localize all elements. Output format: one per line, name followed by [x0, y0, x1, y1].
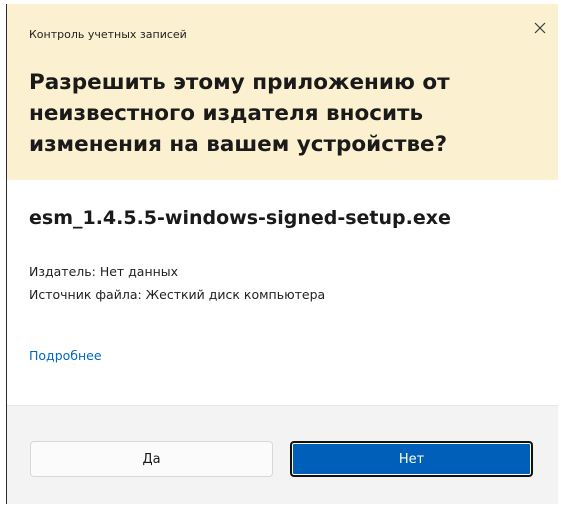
no-button[interactable]: Нет [290, 441, 533, 477]
dialog-header: Контроль учетных записей Разрешить этому… [7, 4, 558, 180]
prompt-question: Разрешить этому приложению от неизвестно… [29, 70, 450, 157]
close-button[interactable] [526, 14, 554, 42]
dialog-footer: Да Нет [7, 405, 558, 504]
window-title: Контроль учетных записей [29, 28, 187, 41]
file-source-info: Источник файла: Жесткий диск компьютера [29, 287, 326, 302]
yes-button[interactable]: Да [30, 441, 273, 477]
uac-dialog: Контроль учетных записей Разрешить этому… [6, 4, 558, 504]
app-file-name: esm_1.4.5.5-windows-signed-setup.exe [29, 207, 451, 229]
more-details-link[interactable]: Подробнее [29, 348, 102, 363]
publisher-info: Издатель: Нет данных [29, 264, 179, 279]
close-icon [534, 22, 546, 34]
